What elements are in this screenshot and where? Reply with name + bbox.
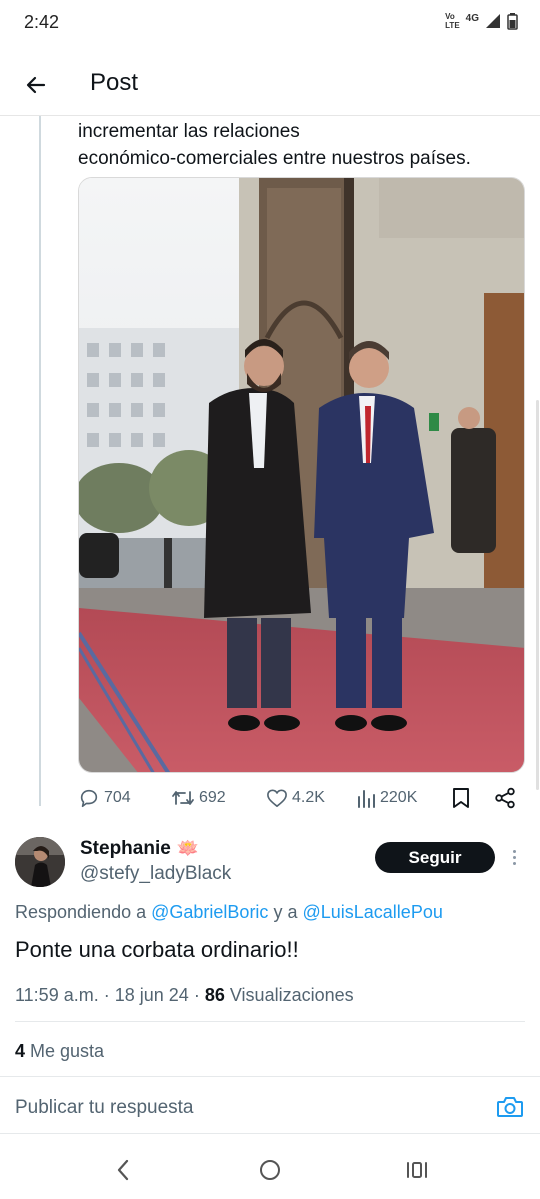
back-button[interactable] (18, 67, 54, 103)
status-icons: Vo LTE 4G (445, 12, 518, 30)
share-icon (495, 787, 515, 809)
reply-input[interactable] (15, 1097, 455, 1119)
mention-gabrielboric[interactable]: @GabrielBoric (151, 902, 268, 922)
views-label: Visualizaciones (229, 985, 354, 1005)
home-circle-icon (260, 1160, 280, 1180)
system-recents-button[interactable] (402, 1157, 432, 1183)
more-dot-icon (512, 861, 516, 865)
camera-button[interactable] (496, 1095, 524, 1119)
page-title: Post (90, 69, 139, 96)
status-time: 2:42 (24, 12, 60, 32)
header-divider (0, 115, 540, 116)
reply-count: 704 (104, 789, 131, 806)
system-nav-bar (0, 1140, 540, 1199)
like-count: 4.2K (292, 789, 325, 806)
lotus-emoji-icon: 🪷 (176, 838, 200, 858)
author-handle[interactable]: @stefy_ladyBlack (80, 863, 231, 885)
scrollbar[interactable] (536, 400, 539, 790)
tweet-text-line: económico-comerciales entre nuestros paí… (78, 148, 471, 169)
views-count: 86 (204, 985, 225, 1005)
likes-summary[interactable]: 4 Me gusta (15, 1041, 104, 1062)
analytics-icon (358, 790, 375, 808)
reply-button[interactable]: 704 (78, 787, 153, 809)
chevron-left-icon (117, 1159, 129, 1181)
tweet-time[interactable]: 11:59 a.m. (15, 985, 99, 1005)
retweet-button[interactable]: 692 (171, 787, 266, 809)
views-count: 220K (380, 789, 418, 806)
share-button[interactable] (494, 787, 518, 809)
likes-count: 4 (15, 1041, 26, 1061)
replying-to: Respondiendo a @GabrielBoric y a @LuisLa… (15, 902, 443, 922)
status-bar: 2:42 Vo LTE 4G (0, 0, 540, 44)
tweet-date[interactable]: 18 jun 24 (115, 985, 189, 1005)
likes-label: Me gusta (30, 1041, 105, 1061)
avatar[interactable] (15, 837, 65, 887)
bookmark-button[interactable] (452, 787, 494, 809)
reply-composer (0, 1076, 540, 1134)
app-header: Post (0, 55, 540, 115)
tweet-text-line: incrementar las relaciones (78, 121, 300, 142)
views-button[interactable]: 220K (356, 788, 448, 808)
thread-connector-line (39, 116, 41, 806)
reply-icon (80, 789, 98, 808)
signal-icon (486, 14, 500, 28)
tweet-text: incrementar las relaciones económico-com… (78, 118, 528, 172)
like-button[interactable]: 4.2K (266, 788, 356, 808)
more-dot-icon (512, 855, 516, 859)
retweet-count: 692 (199, 789, 226, 806)
tweet-action-bar: 704 692 4.2K 220K (78, 784, 525, 812)
system-home-button[interactable] (255, 1157, 285, 1183)
arrow-left-icon (26, 76, 46, 94)
bookmark-icon (453, 788, 469, 808)
mention-luislacallepou[interactable]: @LuisLacallePou (302, 902, 442, 922)
network-type: 4G (465, 12, 479, 24)
system-back-button[interactable] (108, 1157, 138, 1183)
tweet-metadata: 11:59 a.m. · 18 jun 24 · 86 Visualizacio… (15, 985, 354, 1005)
more-options-button[interactable] (506, 844, 522, 870)
heart-icon (267, 789, 287, 807)
author-name[interactable]: Stephanie 🪷 (80, 838, 199, 860)
follow-button[interactable]: Seguir (375, 842, 495, 873)
photo-illustration (79, 178, 524, 772)
more-dot-icon (512, 849, 516, 853)
reply-text: Ponte una corbata ordinario!! (15, 937, 299, 962)
divider (15, 1021, 525, 1022)
avatar-image (15, 837, 65, 887)
volte-indicator: Vo LTE (445, 12, 460, 30)
tweet-photo[interactable] (78, 177, 525, 773)
retweet-icon (172, 791, 194, 805)
camera-icon (497, 1097, 523, 1117)
battery-icon (507, 12, 518, 30)
recents-icon (407, 1162, 427, 1178)
